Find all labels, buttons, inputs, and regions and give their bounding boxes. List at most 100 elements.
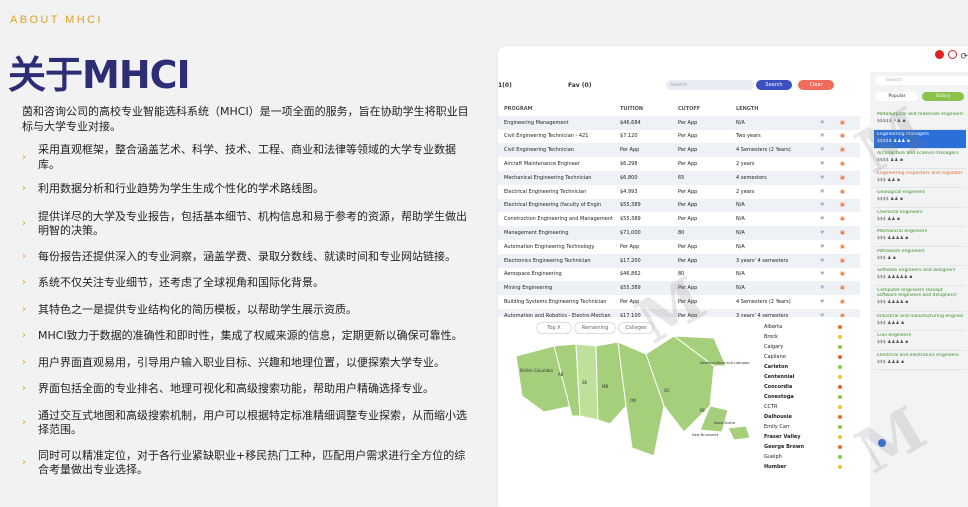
school-list-item[interactable]: Capilano <box>760 352 842 362</box>
table-row[interactable]: Mechanical Engineering Technician $6,800 6… <box>498 170 860 185</box>
favorite-heart-icon[interactable]: ♥ <box>820 285 840 291</box>
briefcase-icon[interactable]: ▣ <box>840 147 856 153</box>
briefcase-icon[interactable]: ▣ <box>840 202 856 208</box>
table-cell: N/A <box>736 243 745 250</box>
china-flag-icon[interactable] <box>935 50 945 59</box>
career-search-input[interactable]: Search <box>876 76 968 85</box>
table-row[interactable]: Electrical Engineering Technician $4,993 P… <box>498 185 860 199</box>
chevron-right-icon: › <box>22 416 26 428</box>
school-list-item[interactable]: Guelph <box>760 452 842 462</box>
favorite-heart-icon[interactable]: ♥ <box>820 271 840 277</box>
language-switcher[interactable]: ⟳ <box>931 50 968 62</box>
career-item[interactable]: Mechanical engineers $$$ ♟♟♟♟ ▪ <box>874 227 966 247</box>
favorite-heart-icon[interactable]: ♥ <box>820 313 840 317</box>
table-row[interactable]: Management Engineering $71,000 80 N/A ♥ ▣ <box>498 226 860 240</box>
favorites-count[interactable]: Fav (0) <box>568 82 591 89</box>
career-item[interactable]: Chemical engineers $$$ ♟♟ ▪ <box>874 208 966 227</box>
school-name: Calgary <box>764 344 784 350</box>
canada-map[interactable]: British Columbia AB SK MB ON QC PE Newfo… <box>514 336 754 486</box>
career-item[interactable]: Computer engineers (except software engi… <box>874 286 966 312</box>
briefcase-icon[interactable]: ▣ <box>840 271 856 277</box>
column-header[interactable]: PROGRAM <box>498 106 620 112</box>
briefcase-icon[interactable]: ▣ <box>840 285 856 291</box>
table-cell: $46,684 <box>620 119 641 126</box>
favorite-heart-icon[interactable]: ♥ <box>820 216 840 222</box>
career-item[interactable]: Petroleum engineers $$$ ♟ ▪ <box>874 247 966 266</box>
favorite-heart-icon[interactable]: ♥ <box>820 120 840 126</box>
column-header[interactable]: LENGTH <box>736 106 820 112</box>
clear-button[interactable]: Clear <box>798 80 834 90</box>
career-item[interactable]: Civil engineers $$$ ♟♟♟♟ ▪ <box>874 331 966 351</box>
map-label: New Brunswick <box>692 433 720 437</box>
favorite-heart-icon[interactable]: ♥ <box>820 258 840 264</box>
favorite-heart-icon[interactable]: ♥ <box>820 189 840 195</box>
school-name: CCTR <box>764 404 778 410</box>
school-list-item[interactable]: Fraser Valley <box>760 432 842 442</box>
table-row[interactable]: Automation Engineering Technology Per App… <box>498 240 860 254</box>
school-list-item[interactable]: Dalhousie <box>760 412 842 422</box>
status-dot-icon <box>838 445 842 449</box>
briefcase-icon[interactable]: ▣ <box>840 313 856 317</box>
career-item[interactable]: Industrial and manufacturing engineers $$… <box>874 312 966 331</box>
career-item[interactable]: Electrical and electronics engineers $$$ … <box>874 351 966 370</box>
table-row[interactable]: Engineering Management $46,684 Per App N/A ♥… <box>498 115 860 130</box>
briefcase-icon[interactable]: ▣ <box>840 175 856 181</box>
school-list-item[interactable]: Conestoga <box>760 392 842 402</box>
feature-item: › 系统不仅关注专业细节，还考虑了全球视角和国际化背景。 <box>22 276 324 289</box>
school-list-item[interactable]: Carleton <box>760 362 842 372</box>
table-row[interactable]: Electrical Engineering (faculty of Engin… <box>498 198 860 213</box>
search-input[interactable]: Search <box>666 80 754 90</box>
school-list-item[interactable]: Brock <box>760 332 842 342</box>
search-button[interactable]: Search <box>756 80 792 90</box>
school-name: George Brown <box>764 444 804 450</box>
tab-remaining[interactable]: Remaining <box>574 322 616 334</box>
table-cell: Aerospace Engineering <box>504 271 562 278</box>
status-dot-icon <box>838 405 842 409</box>
career-item[interactable]: Geological engineers $$$$ ♟♟ ▪ <box>874 188 966 208</box>
favorite-heart-icon[interactable]: ♥ <box>820 202 840 208</box>
briefcase-icon[interactable]: ▣ <box>840 230 856 236</box>
table-row[interactable]: Civil Engineering Technician - 421 $7,120… <box>498 130 860 144</box>
school-list-item[interactable]: Calgary <box>760 342 842 352</box>
map-region-ns[interactable] <box>727 425 751 441</box>
career-item[interactable]: Software engineers and designers $$$ ♟♟♟♟… <box>874 266 966 286</box>
briefcase-icon[interactable]: ▣ <box>840 216 856 222</box>
favorite-heart-icon[interactable]: ♥ <box>820 244 840 250</box>
table-cell: N/A <box>736 230 745 237</box>
briefcase-icon[interactable]: ▣ <box>840 244 856 250</box>
briefcase-icon[interactable]: ▣ <box>840 161 856 167</box>
school-list-item[interactable]: George Brown <box>760 442 842 452</box>
school-name: Humber <box>764 464 787 470</box>
favorite-heart-icon[interactable]: ♥ <box>820 161 840 167</box>
tab-top-x[interactable]: Top X <box>536 322 572 334</box>
refresh-icon[interactable]: ⟳ <box>960 52 968 62</box>
canada-flag-icon[interactable] <box>948 50 958 59</box>
chevron-right-icon: › <box>22 303 26 315</box>
table-row[interactable]: Civil Engineering Technician Per App Per A… <box>498 143 860 158</box>
table-cell: N/A <box>736 285 745 292</box>
favorite-heart-icon[interactable]: ♥ <box>820 147 840 153</box>
briefcase-icon[interactable]: ▣ <box>840 299 856 305</box>
briefcase-icon[interactable]: ▣ <box>840 189 856 195</box>
career-title: Software engineers and designers <box>877 268 956 273</box>
favorite-heart-icon[interactable]: ♥ <box>820 175 840 181</box>
table-row[interactable]: Aircraft Maintenance Engineer $6,298 Per A… <box>498 157 860 171</box>
school-list-item[interactable]: Humber <box>760 462 842 472</box>
table-row[interactable]: Construction Engineering and Management $… <box>498 212 860 226</box>
column-header[interactable]: CUTOFF <box>678 106 736 112</box>
school-list-item[interactable]: Centennial <box>760 372 842 382</box>
table-cell: 3 years' 4 semesters <box>736 312 789 317</box>
column-header[interactable]: TUITION <box>620 106 678 112</box>
favorite-heart-icon[interactable]: ♥ <box>820 230 840 236</box>
school-list-item[interactable]: CCTR <box>760 402 842 412</box>
school-list-item[interactable]: Concordia <box>760 382 842 392</box>
school-list-item[interactable]: Emily Carr <box>760 422 842 432</box>
table-cell: Engineering Management <box>504 119 569 126</box>
school-list-item[interactable]: Alberta <box>760 322 842 332</box>
tab-salary[interactable]: Salary <box>922 92 964 101</box>
map-label: British Columbia <box>520 368 554 373</box>
briefcase-icon[interactable]: ▣ <box>840 258 856 264</box>
chevron-right-icon: › <box>22 356 26 368</box>
favorite-heart-icon[interactable]: ♥ <box>820 299 840 305</box>
favorite-heart-icon[interactable]: ♥ <box>820 133 840 139</box>
